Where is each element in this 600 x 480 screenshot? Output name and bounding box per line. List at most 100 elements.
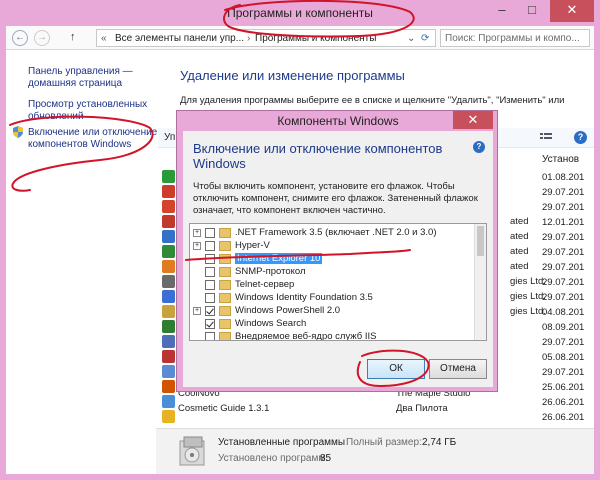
folder-icon xyxy=(219,293,231,303)
title-bar: Программы и компоненты – □ ✕ xyxy=(0,0,600,26)
minimize-button[interactable]: – xyxy=(488,0,516,22)
program-icon xyxy=(162,170,175,183)
tree-scroll-thumb[interactable] xyxy=(477,226,484,256)
folder-icon xyxy=(219,228,231,238)
sidebar-link-updates[interactable]: Просмотр установленных обновлений xyxy=(28,99,153,123)
dialog-close-button[interactable]: ✕ xyxy=(453,111,493,129)
installed-date-cell: 05.08.201 xyxy=(542,352,585,363)
installed-date-cell: 25.06.201 xyxy=(542,382,585,393)
installed-date-cell: 04.08.201 xyxy=(542,307,585,318)
status-footer: Установленные программы Полный размер: 2… xyxy=(156,428,594,474)
installed-date-cell: 29.07.201 xyxy=(542,367,585,378)
folder-icon xyxy=(219,254,231,264)
footer-count-value: 85 xyxy=(320,453,332,464)
folder-icon xyxy=(219,332,231,340)
footer-count-label: Установлено программ: xyxy=(218,453,328,464)
feature-checkbox[interactable] xyxy=(205,267,215,277)
feature-checkbox[interactable] xyxy=(205,241,215,251)
footer-total-size-value: 2,74 ГБ xyxy=(422,437,457,448)
expand-icon[interactable]: + xyxy=(193,242,201,250)
search-input[interactable]: Поиск: Программы и компо... xyxy=(440,29,590,47)
installed-date-cell: 01.08.201 xyxy=(542,172,585,183)
close-button[interactable]: ✕ xyxy=(550,0,594,22)
view-options-icon[interactable] xyxy=(540,132,552,142)
installed-date-cell: 08.09.201 xyxy=(542,322,585,333)
footer-installed-label: Установленные программы xyxy=(218,437,346,448)
installed-date-cell: 29.07.201 xyxy=(542,262,585,273)
program-icon xyxy=(162,245,175,258)
feature-label[interactable]: Telnet-сервер xyxy=(235,279,294,290)
program-icon xyxy=(162,410,175,423)
program-icon xyxy=(162,290,175,303)
feature-checkbox[interactable] xyxy=(205,319,215,329)
sidebar-link-windows-features[interactable]: Включение или отключение компонентов Win… xyxy=(28,127,158,151)
publisher-cell: ated xyxy=(510,231,529,242)
feature-label[interactable]: .NET Framework 3.5 (включает .NET 2.0 и … xyxy=(235,227,437,238)
program-icon xyxy=(162,380,175,393)
program-icon xyxy=(162,305,175,318)
publisher-cell: ated xyxy=(510,216,529,227)
publisher-cell: ated xyxy=(510,261,529,272)
shield-icon xyxy=(12,126,24,138)
dialog-instructions: Чтобы включить компонент, установите его… xyxy=(193,181,478,216)
breadcrumb-separator: › xyxy=(247,33,251,44)
program-icon xyxy=(162,260,175,273)
feature-label[interactable]: Windows PowerShell 2.0 xyxy=(235,305,340,316)
program-publisher-cosmetic-guide: Два Пилота xyxy=(396,403,448,414)
address-dropdown-icon[interactable]: ⌄ xyxy=(407,33,415,44)
tree-scrollbar[interactable] xyxy=(474,224,486,340)
breadcrumb-control-panel[interactable]: Все элементы панели упр... xyxy=(115,33,244,44)
breadcrumb-programs[interactable]: Программы и компоненты xyxy=(255,33,376,44)
up-button[interactable]: ↑ xyxy=(70,31,76,43)
windows-features-dialog: Компоненты Windows ✕ Включение или отклю… xyxy=(176,110,498,392)
expand-icon[interactable]: + xyxy=(193,307,201,315)
program-icon xyxy=(162,275,175,288)
expand-icon[interactable]: + xyxy=(193,229,201,237)
feature-checkbox[interactable] xyxy=(205,293,215,303)
back-button[interactable]: ← xyxy=(12,30,28,46)
column-installed-on[interactable]: Установ xyxy=(542,154,579,165)
folder-icon xyxy=(219,280,231,290)
program-icon xyxy=(162,320,175,333)
program-icon xyxy=(162,365,175,378)
feature-label[interactable]: Internet Explorer 10 xyxy=(235,253,323,264)
feature-checkbox[interactable] xyxy=(205,280,215,290)
publisher-cell: ated xyxy=(510,246,529,257)
feature-checkbox[interactable] xyxy=(205,332,215,340)
feature-label[interactable]: Windows Identity Foundation 3.5 xyxy=(235,292,373,303)
footer-total-size-label: Полный размер: xyxy=(346,437,422,448)
feature-checkbox[interactable] xyxy=(205,228,215,238)
feature-label[interactable]: SNMP-протокол xyxy=(235,266,306,277)
feature-label[interactable]: Windows Search xyxy=(235,318,306,329)
feature-label[interactable]: Hyper-V xyxy=(235,240,270,251)
organize-button[interactable]: Уп xyxy=(164,132,175,143)
programs-window: Программы и компоненты – □ ✕ ← → ↑ « Все… xyxy=(0,0,600,480)
features-tree: + .NET Framework 3.5 (включает .NET 2.0 и… xyxy=(189,223,487,341)
feature-checkbox[interactable] xyxy=(205,254,215,264)
installed-date-cell: 29.07.201 xyxy=(542,187,585,198)
dialog-heading: Включение или отключение компонентов Win… xyxy=(193,141,443,171)
feature-row[interactable]: Внедряемое веб-ядро служб IIS xyxy=(190,330,476,340)
folder-icon xyxy=(219,319,231,329)
dialog-title: Компоненты Windows xyxy=(277,114,399,128)
maximize-button[interactable]: □ xyxy=(518,0,546,22)
help-icon[interactable]: ? xyxy=(574,131,587,144)
installed-date-cell: 29.07.201 xyxy=(542,337,585,348)
installed-date-cell: 29.07.201 xyxy=(542,277,585,288)
ok-button[interactable]: ОК xyxy=(367,359,425,379)
feature-label[interactable]: Внедряемое веб-ядро служб IIS xyxy=(235,331,376,340)
dialog-help-icon[interactable]: ? xyxy=(473,141,485,153)
feature-checkbox[interactable] xyxy=(205,306,215,316)
forward-button[interactable]: → xyxy=(34,30,50,46)
address-bar[interactable]: « Все элементы панели упр... › Программы… xyxy=(96,29,436,47)
program-icon xyxy=(162,185,175,198)
refresh-icon[interactable]: ⟳ xyxy=(421,33,429,44)
program-icon xyxy=(162,230,175,243)
installed-programs-icon xyxy=(178,435,208,469)
program-icon xyxy=(162,335,175,348)
program-name-cosmetic-guide[interactable]: Cosmetic Guide 1.3.1 xyxy=(178,403,269,414)
folder-icon xyxy=(219,306,231,316)
cancel-button[interactable]: Отмена xyxy=(429,359,487,379)
sidebar-link-home[interactable]: Панель управления — домашняя страница xyxy=(28,66,153,90)
publisher-cell: gies Ltd. xyxy=(510,291,546,302)
